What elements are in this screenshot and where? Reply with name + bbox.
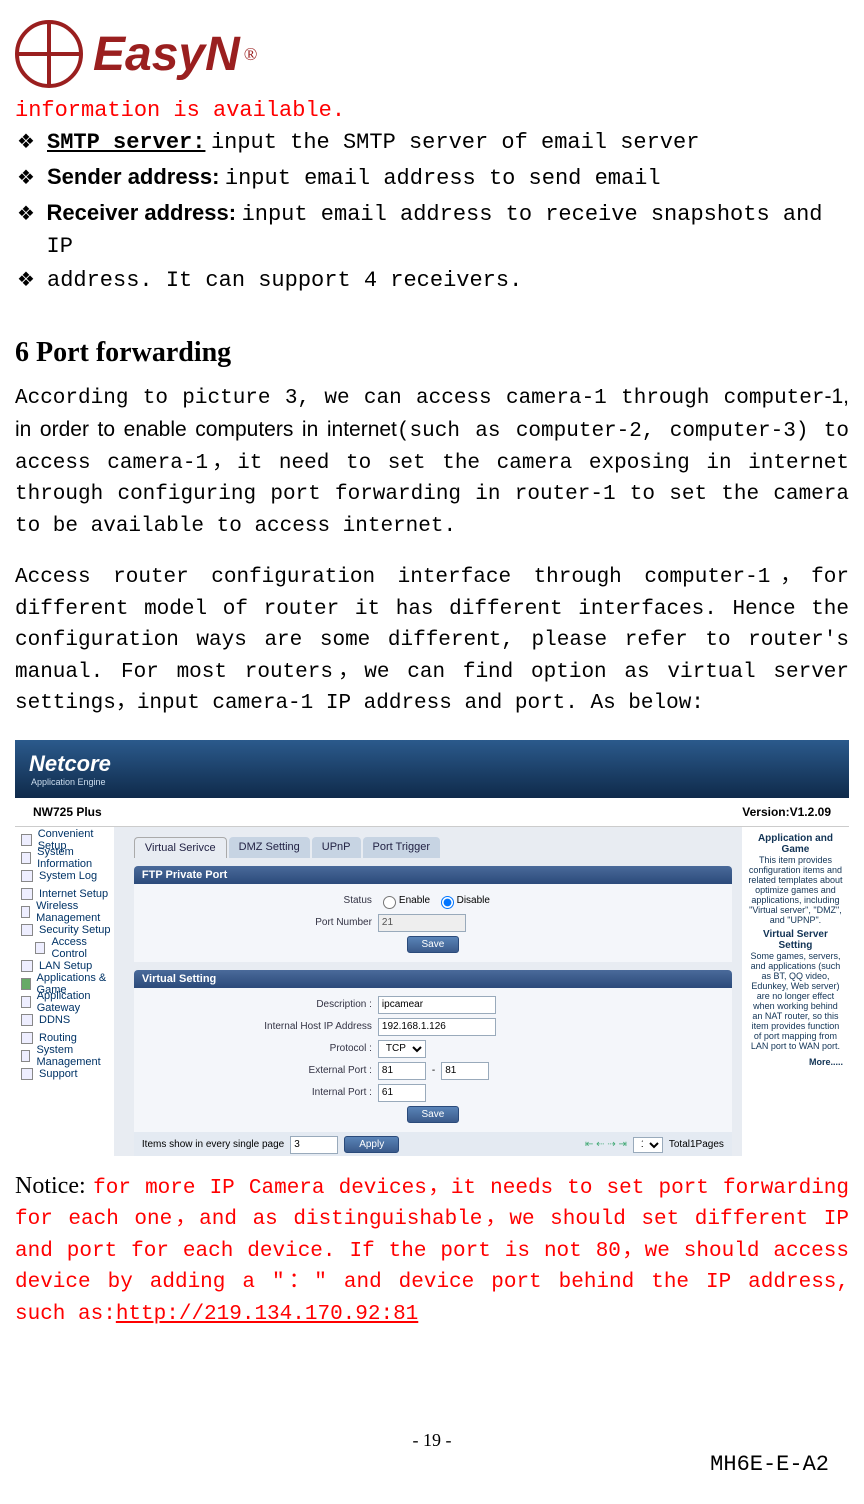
router-brand: Netcore <box>29 751 111 776</box>
right-title-2: Virtual Server Setting <box>748 929 843 951</box>
section-ftp: FTP Private Port <box>134 866 732 884</box>
port-number-label: Port Number <box>142 917 378 928</box>
section-heading: 6 Port forwarding <box>15 337 849 369</box>
logo: EasyN ® <box>15 20 849 88</box>
bullet-label: Sender address: <box>47 164 219 189</box>
bullet-cont: ❖ address. It can support 4 receivers. <box>15 266 849 297</box>
sidebar-item[interactable]: Wireless Management <box>15 903 114 921</box>
external-port-label: External Port : <box>142 1065 378 1076</box>
paragraph-1: According to picture 3, we can access ca… <box>15 381 849 543</box>
router-main: Virtual Serivce DMZ Setting UPnP Port Tr… <box>114 827 742 1156</box>
logo-mark-icon <box>15 20 83 88</box>
items-show-label: Items show in every single page <box>142 1139 284 1150</box>
extport-to-input[interactable] <box>441 1062 489 1080</box>
bullet-desc: input email address to send email <box>225 166 661 191</box>
total-pages-label: Total1Pages <box>669 1139 724 1150</box>
bullet-label: SMTP server: <box>47 130 205 155</box>
intport-input[interactable] <box>378 1084 426 1102</box>
protocol-label: Protocol : <box>142 1043 378 1054</box>
port-number-input[interactable] <box>378 914 466 932</box>
bullet-smtp: ❖ SMTP server: input the SMTP server of … <box>15 126 849 159</box>
internal-port-label: Internal Port : <box>142 1087 378 1098</box>
notice-paragraph: Notice: for more IP Camera devices，it ne… <box>15 1168 849 1331</box>
right-text-2: Some games, servers, and applications (s… <box>748 951 843 1051</box>
router-topbar: NW725 Plus Version:V1.2.09 <box>15 798 849 827</box>
doc-code: MH6E-E-A2 <box>710 1452 829 1477</box>
intro-red-line: information is available. <box>15 98 849 123</box>
status-disable-radio[interactable] <box>441 896 454 909</box>
internal-host-label: Internal Host IP Address <box>142 1021 378 1032</box>
sidebar-item[interactable]: System Management <box>15 1047 114 1065</box>
notice-link[interactable]: http://219.134.170.92:81 <box>116 1303 418 1326</box>
bullet-sender: ❖ Sender address: input email address to… <box>15 162 849 195</box>
bullet-desc: address. It can support 4 receivers. <box>47 266 522 297</box>
diamond-bullet-icon: ❖ <box>15 200 47 228</box>
diamond-bullet-icon: ❖ <box>15 164 47 192</box>
tab-virtual-service[interactable]: Virtual Serivce <box>134 837 227 858</box>
page-select[interactable]: 1 <box>633 1137 663 1153</box>
status-label: Status <box>142 895 378 906</box>
logo-reg: ® <box>244 44 258 65</box>
tab-upnp[interactable]: UPnP <box>312 837 361 858</box>
tab-dmz[interactable]: DMZ Setting <box>229 837 310 858</box>
description-input[interactable] <box>378 996 496 1014</box>
router-right-panel: Application and Game This item provides … <box>742 827 849 1156</box>
more-link[interactable]: More..... <box>748 1057 843 1067</box>
tab-port-trigger[interactable]: Port Trigger <box>363 837 440 858</box>
diamond-bullet-icon: ❖ <box>15 266 47 294</box>
sidebar-item[interactable]: System Information <box>15 849 114 867</box>
page-number: - 19 - <box>15 1430 849 1451</box>
save-button[interactable]: Save <box>407 936 460 953</box>
router-brand-sub: Application Engine <box>31 777 111 787</box>
bullet-desc: input the SMTP server of email server <box>211 130 699 155</box>
status-enable-radio[interactable] <box>383 896 396 909</box>
paragraph-2: Access router configuration interface th… <box>15 562 849 720</box>
router-model: NW725 Plus <box>33 805 102 819</box>
right-text-1: This item provides configuration items a… <box>748 855 843 925</box>
notice-prefix: Notice: <box>15 1173 93 1199</box>
apply-button[interactable]: Apply <box>344 1136 399 1153</box>
bullet-label: Receiver address: <box>47 200 237 225</box>
router-header: Netcore Application Engine <box>15 740 849 798</box>
protocol-select[interactable]: TCP <box>378 1040 426 1058</box>
internal-host-input[interactable] <box>378 1018 496 1036</box>
logo-text: EasyN <box>93 27 240 82</box>
router-screenshot: Netcore Application Engine NW725 Plus Ve… <box>15 740 849 1156</box>
right-title-1: Application and Game <box>748 833 843 855</box>
bullet-receiver: ❖ Receiver address: input email address … <box>15 198 849 264</box>
description-label: Description : <box>142 999 378 1010</box>
section-virtual: Virtual Setting <box>134 970 732 988</box>
diamond-bullet-icon: ❖ <box>15 128 47 156</box>
save-button-2[interactable]: Save <box>407 1106 460 1123</box>
router-version: Version:V1.2.09 <box>742 805 831 819</box>
sidebar-subitem[interactable]: Access Control <box>15 939 114 957</box>
items-per-page-input[interactable] <box>290 1136 338 1154</box>
sidebar-item[interactable]: Application Gateway <box>15 993 114 1011</box>
extport-from-input[interactable] <box>378 1062 426 1080</box>
nav-arrows-icon[interactable]: ⇤ ⇠ ⇢ ⇥ <box>585 1139 627 1150</box>
router-sidebar: Convenient Setup System Information Syst… <box>15 827 114 1156</box>
